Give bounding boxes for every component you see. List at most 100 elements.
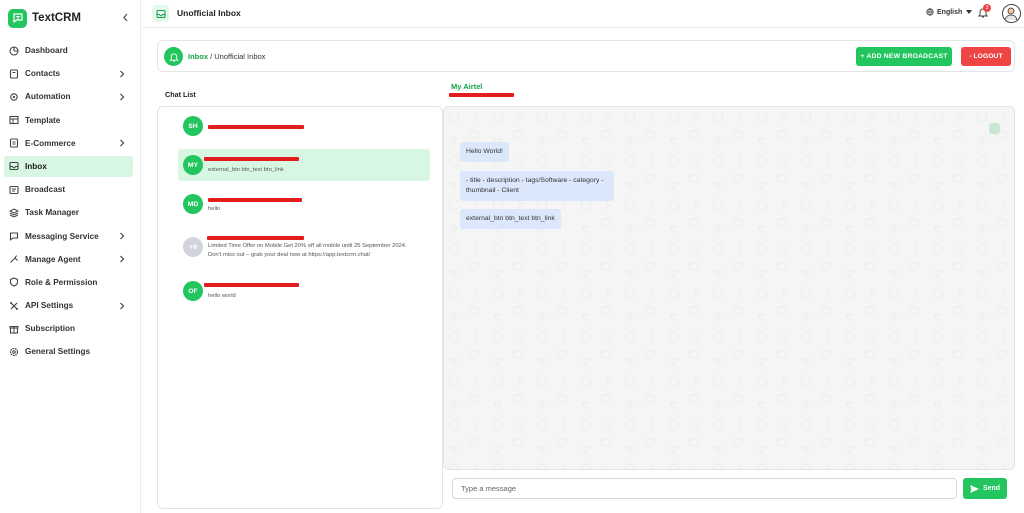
language-selector[interactable]: English xyxy=(926,8,973,16)
brand[interactable]: TextCRM xyxy=(8,8,81,28)
send-button[interactable]: Send xyxy=(963,478,1007,499)
redaction-mark xyxy=(204,283,299,287)
sidebar-item-label: Inbox xyxy=(25,161,47,171)
sidebar-item-task-manager[interactable]: Task Manager xyxy=(4,202,133,223)
template-icon xyxy=(9,115,19,125)
subscription-icon xyxy=(9,324,19,334)
app-name: TextCRM xyxy=(32,12,81,24)
breadcrumb-current: Unofficial Inbox xyxy=(214,52,266,61)
gear-icon xyxy=(9,347,19,357)
sidebar-item-label: Automation xyxy=(25,92,71,102)
message-bubble: Hello World! xyxy=(460,142,509,162)
sidebar-item-label: Contacts xyxy=(25,69,61,79)
textcrm-logo-icon xyxy=(8,8,27,28)
sidebar-item-contacts[interactable]: Contacts xyxy=(4,63,133,84)
sidebar-item-label: General Settings xyxy=(25,347,91,357)
sidebar-item-dashboard[interactable]: Dashboard xyxy=(4,40,133,61)
redaction-mark xyxy=(208,198,302,202)
sidebar-item-template[interactable]: Template xyxy=(4,110,133,131)
messaging-service-icon xyxy=(9,231,19,241)
status-indicator xyxy=(989,123,1000,134)
message-preview: hello xyxy=(208,206,221,212)
role-permission-icon xyxy=(9,277,19,287)
send-icon xyxy=(969,484,979,493)
sidebar-item-label: Dashboard xyxy=(25,46,68,55)
message-input[interactable] xyxy=(452,478,957,499)
language-label: English xyxy=(937,8,963,16)
sidebar-item-inbox[interactable]: Inbox xyxy=(4,155,133,177)
notification-badge: 3 xyxy=(983,4,991,12)
chevron-left-icon[interactable] xyxy=(120,11,130,23)
chat-list-item[interactable]: MD hello xyxy=(178,188,430,220)
message-bubble: - title - description - tags/Software - … xyxy=(460,171,614,201)
page-header: Inbox / Unofficial Inbox + ADD NEW BROAD… xyxy=(157,40,1015,72)
sidebar-item-subscription[interactable]: Subscription xyxy=(4,318,133,339)
globe-icon xyxy=(926,8,934,16)
sidebar-item-manage-agent[interactable]: Manage Agent xyxy=(4,249,133,270)
automation-icon xyxy=(9,92,19,102)
sidebar-item-label: E-Commerce xyxy=(25,138,76,148)
sidebar-item-role-permission[interactable]: Role & Permission xyxy=(4,272,133,293)
sidebar-item-label: API Settings xyxy=(25,301,74,311)
message-preview: Limited Time Offer on Mobile Get 20% off… xyxy=(208,243,407,258)
redaction-mark xyxy=(207,236,304,240)
notification-bell[interactable]: 3 xyxy=(977,4,991,19)
broadcast-icon xyxy=(9,185,19,195)
manage-agent-icon xyxy=(9,254,19,264)
inbox-icon xyxy=(9,161,19,171)
chevron-right-icon xyxy=(118,232,126,241)
contact-avatar: OF xyxy=(183,281,203,301)
message-bubble: external_btn btn_text btn_link xyxy=(460,209,561,229)
contact-avatar: +9 xyxy=(183,237,203,257)
sidebar-item-api-settings[interactable]: API Settings xyxy=(4,295,133,316)
chevron-right-icon xyxy=(118,301,126,310)
chevron-right-icon xyxy=(118,92,126,101)
chat-list-item[interactable]: +9 Limited Time Offer on Mobile Get 20% … xyxy=(178,229,430,271)
chat-wallpaper-pattern xyxy=(444,107,1014,469)
redaction-mark xyxy=(208,125,304,129)
message-preview: external_btn btn_text btn_link xyxy=(208,167,284,173)
sidebar-item-broadcast[interactable]: Broadcast xyxy=(4,179,133,200)
message-preview: hello world xyxy=(208,293,236,299)
user-avatar[interactable] xyxy=(1002,4,1021,23)
chevron-right-icon xyxy=(118,139,126,148)
api-settings-icon xyxy=(9,301,19,311)
add-new-broadcast-button[interactable]: + ADD NEW BROADCAST xyxy=(856,47,952,66)
topbar: Unofficial Inbox English 3 xyxy=(142,0,1024,28)
breadcrumb-inbox-link[interactable]: Inbox xyxy=(188,52,208,61)
sidebar-item-label: Manage Agent xyxy=(25,254,81,264)
sidebar-item-automation[interactable]: Automation xyxy=(4,86,133,107)
chat-list-item[interactable]: MY external_btn btn_text btn_link xyxy=(178,149,430,181)
sidebar-item-label: Broadcast xyxy=(25,185,66,195)
sidebar-item-label: Messaging Service xyxy=(25,231,99,241)
caret-down-icon xyxy=(966,10,973,14)
sidebar-item-label: Subscription xyxy=(25,324,76,334)
chat-list-title: Chat List xyxy=(165,90,196,99)
contact-avatar: MY xyxy=(183,155,203,175)
task-manager-icon xyxy=(9,208,19,218)
chat-list-item[interactable]: OF hello world xyxy=(178,275,430,307)
sidebar-item-label: Task Manager xyxy=(25,208,79,218)
contacts-icon xyxy=(9,69,19,79)
sidebar-item-label: Template xyxy=(25,115,61,125)
chat-list-item[interactable]: SH xyxy=(178,110,430,142)
user-icon xyxy=(1004,7,1018,21)
sidebar-nav: Dashboard Contacts Automation Template E… xyxy=(4,40,133,365)
breadcrumb: Inbox / Unofficial Inbox xyxy=(188,52,265,61)
send-label: Send xyxy=(982,485,1001,492)
redaction-mark xyxy=(204,157,299,161)
ecommerce-icon xyxy=(9,138,19,148)
sidebar: TextCRM Dashboard Contacts Automation Te… xyxy=(0,0,141,513)
sidebar-item-ecommerce[interactable]: E-Commerce xyxy=(4,133,133,154)
conversation-contact-name: My Airtel xyxy=(451,82,483,91)
chat-list: SH MY external_btn btn_text btn_link MD … xyxy=(157,106,443,509)
logout-button[interactable]: - LOGOUT xyxy=(961,47,1011,66)
page-title: Unofficial Inbox xyxy=(177,8,241,18)
sidebar-item-messaging-service[interactable]: Messaging Service xyxy=(4,226,133,247)
chevron-right-icon xyxy=(118,69,126,78)
contact-avatar: MD xyxy=(183,194,203,214)
sidebar-item-general-settings[interactable]: General Settings xyxy=(4,341,133,362)
redaction-mark xyxy=(449,93,514,97)
conversation-panel: Hello World! - title - description - tag… xyxy=(443,106,1015,470)
chevron-right-icon xyxy=(118,255,126,264)
